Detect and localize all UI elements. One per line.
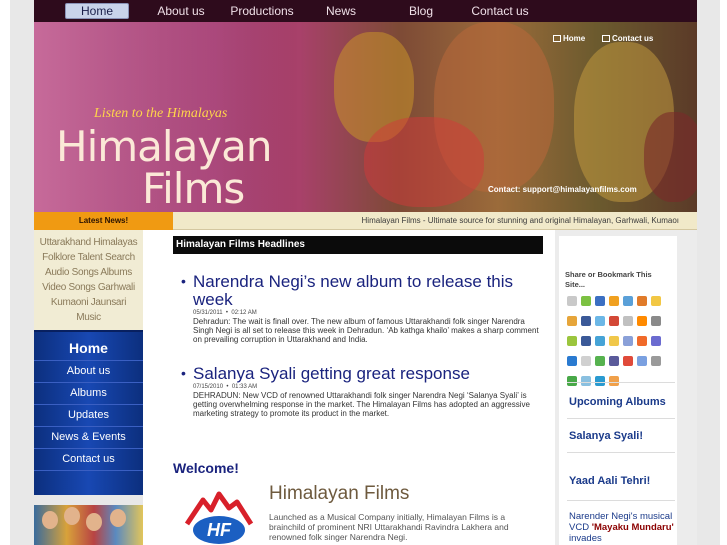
about-text: Launched as a Musical Company initially,… — [269, 512, 509, 542]
divider — [567, 382, 675, 383]
sidebar-link-yaad-aali-tehri[interactable]: Yaad Aali Tehri! — [569, 475, 650, 487]
share-bookmark-title: Share or Bookmark This Site... — [565, 270, 652, 289]
album-cover-thumbnail[interactable] — [34, 505, 143, 545]
share-service-icon[interactable] — [651, 356, 661, 366]
share-service-icon[interactable] — [567, 296, 577, 306]
nav-news[interactable]: News — [320, 3, 362, 19]
left-link[interactable]: Uttarakhand Himalayas — [34, 235, 143, 250]
left-link[interactable]: Music — [34, 310, 143, 325]
share-service-icon[interactable] — [609, 356, 619, 366]
news-article: • Salanya Syali getting great response 0… — [181, 365, 541, 419]
article-body: Dehradun: The wait is finall over. The n… — [193, 317, 539, 344]
nav-about-us[interactable]: About us — [151, 3, 211, 19]
share-service-icon[interactable] — [609, 296, 619, 306]
share-service-icon[interactable] — [637, 296, 647, 306]
left-menu: Home About us Albums Updates News & Even… — [34, 330, 143, 495]
banner-home-link[interactable]: Home — [553, 34, 585, 43]
left-link[interactable]: Audio Songs Albums — [34, 265, 143, 280]
banner-tagline: Listen to the Himalayas — [94, 106, 228, 121]
share-service-icon[interactable] — [623, 356, 633, 366]
article-title[interactable]: Salanya Syali getting great response — [193, 365, 541, 383]
home-icon — [553, 35, 561, 43]
mail-icon — [602, 35, 610, 43]
menu-updates[interactable]: Updates — [34, 405, 143, 427]
nav-productions[interactable]: Productions — [224, 3, 300, 19]
nav-contact-us[interactable]: Contact us — [466, 3, 534, 19]
himalayan-films-logo: HF — [184, 491, 254, 544]
share-service-icon[interactable] — [567, 336, 577, 346]
sidebar-link-upcoming-albums[interactable]: Upcoming Albums — [569, 396, 666, 408]
article-meta: 07/15/2010 • 01:33 AM — [193, 384, 258, 390]
brand-wordmark-line2: Films — [142, 164, 245, 212]
share-service-icon[interactable] — [595, 316, 605, 326]
share-service-icon[interactable] — [623, 336, 633, 346]
menu-about-us[interactable]: About us — [34, 361, 143, 383]
menu-albums[interactable]: Albums — [34, 383, 143, 405]
share-service-icon[interactable] — [651, 296, 661, 306]
share-service-icon[interactable] — [581, 376, 591, 386]
headlines-title: Himalayan Films Headlines — [173, 236, 543, 254]
share-service-icon[interactable] — [637, 356, 647, 366]
share-service-icon[interactable] — [567, 316, 577, 326]
latest-news-bar: Latest News! Himalayan Films - Ultimate … — [34, 212, 697, 230]
share-service-icon[interactable] — [581, 316, 591, 326]
share-service-icon[interactable] — [595, 356, 605, 366]
divider — [567, 418, 675, 419]
share-icons-grid — [567, 296, 675, 396]
share-service-icon[interactable] — [651, 316, 661, 326]
share-service-icon[interactable] — [595, 296, 605, 306]
article-meta: 05/31/2011 • 02:12 AM — [193, 310, 257, 316]
share-service-icon[interactable] — [637, 316, 647, 326]
news-article: • Narendra Negi’s new album to release t… — [181, 273, 541, 345]
header-banner: Listen to the Himalayas Himalayan Films … — [34, 22, 697, 212]
divider — [567, 500, 675, 501]
menu-news-events[interactable]: News & Events — [34, 427, 143, 449]
news-ticker[interactable]: Himalayan Films - Ultimate source for st… — [179, 212, 679, 230]
right-sidebar: Share or Bookmark This Site... Upcoming … — [555, 230, 697, 545]
menu-home[interactable]: Home — [34, 336, 143, 361]
latest-news-label: Latest News! — [34, 212, 173, 230]
welcome-heading: Welcome! — [173, 460, 239, 476]
main-content: Himalayan Films Headlines • Narendra Neg… — [143, 230, 555, 545]
nav-home[interactable]: Home — [65, 3, 129, 19]
share-service-icon[interactable] — [581, 356, 591, 366]
sidebar-link-salanya-syali[interactable]: Salanya Syali! — [569, 430, 643, 442]
left-link[interactable]: Folklore Talent Search — [34, 250, 143, 265]
divider — [567, 452, 675, 453]
banner-contact-link[interactable]: Contact us — [602, 34, 653, 43]
nav-blog[interactable]: Blog — [400, 3, 442, 19]
share-service-icon[interactable] — [581, 296, 591, 306]
share-service-icon[interactable] — [581, 336, 591, 346]
share-service-icon[interactable] — [567, 376, 577, 386]
article-title[interactable]: Narendra Negi’s new album to release thi… — [193, 273, 541, 309]
share-service-icon[interactable] — [595, 336, 605, 346]
share-service-icon[interactable] — [595, 376, 605, 386]
article-body: DEHRADUN: New VCD of renowned Uttarakhan… — [193, 391, 530, 418]
about-title: Himalayan Films — [269, 483, 410, 504]
share-service-icon[interactable] — [567, 356, 577, 366]
share-service-icon[interactable] — [651, 336, 661, 346]
share-service-icon[interactable] — [609, 336, 619, 346]
share-service-icon[interactable] — [609, 376, 619, 386]
top-navigation: Home About us Productions News Blog Cont… — [34, 0, 697, 22]
share-service-icon[interactable] — [637, 336, 647, 346]
bullet-icon: • — [181, 273, 186, 289]
banner-contact-email: Contact: support@himalayanfilms.com — [488, 185, 637, 194]
menu-contact-us[interactable]: Contact us — [34, 449, 143, 471]
share-service-icon[interactable] — [623, 296, 633, 306]
dhol-drum — [644, 112, 697, 202]
share-service-icon[interactable] — [609, 316, 619, 326]
sidebar-news-teaser[interactable]: Narender Negi's musical VCD 'Mayaku Mund… — [569, 511, 677, 544]
logo-text: HF — [207, 520, 232, 540]
share-service-icon[interactable] — [623, 316, 633, 326]
bullet-icon: • — [181, 365, 186, 381]
left-link[interactable]: Video Songs Garhwali — [34, 280, 143, 295]
left-link[interactable]: Kumaoni Jaunsari — [34, 295, 143, 310]
dancer-figure — [364, 117, 484, 207]
left-keyword-links: Uttarakhand Himalayas Folklore Talent Se… — [34, 230, 143, 330]
